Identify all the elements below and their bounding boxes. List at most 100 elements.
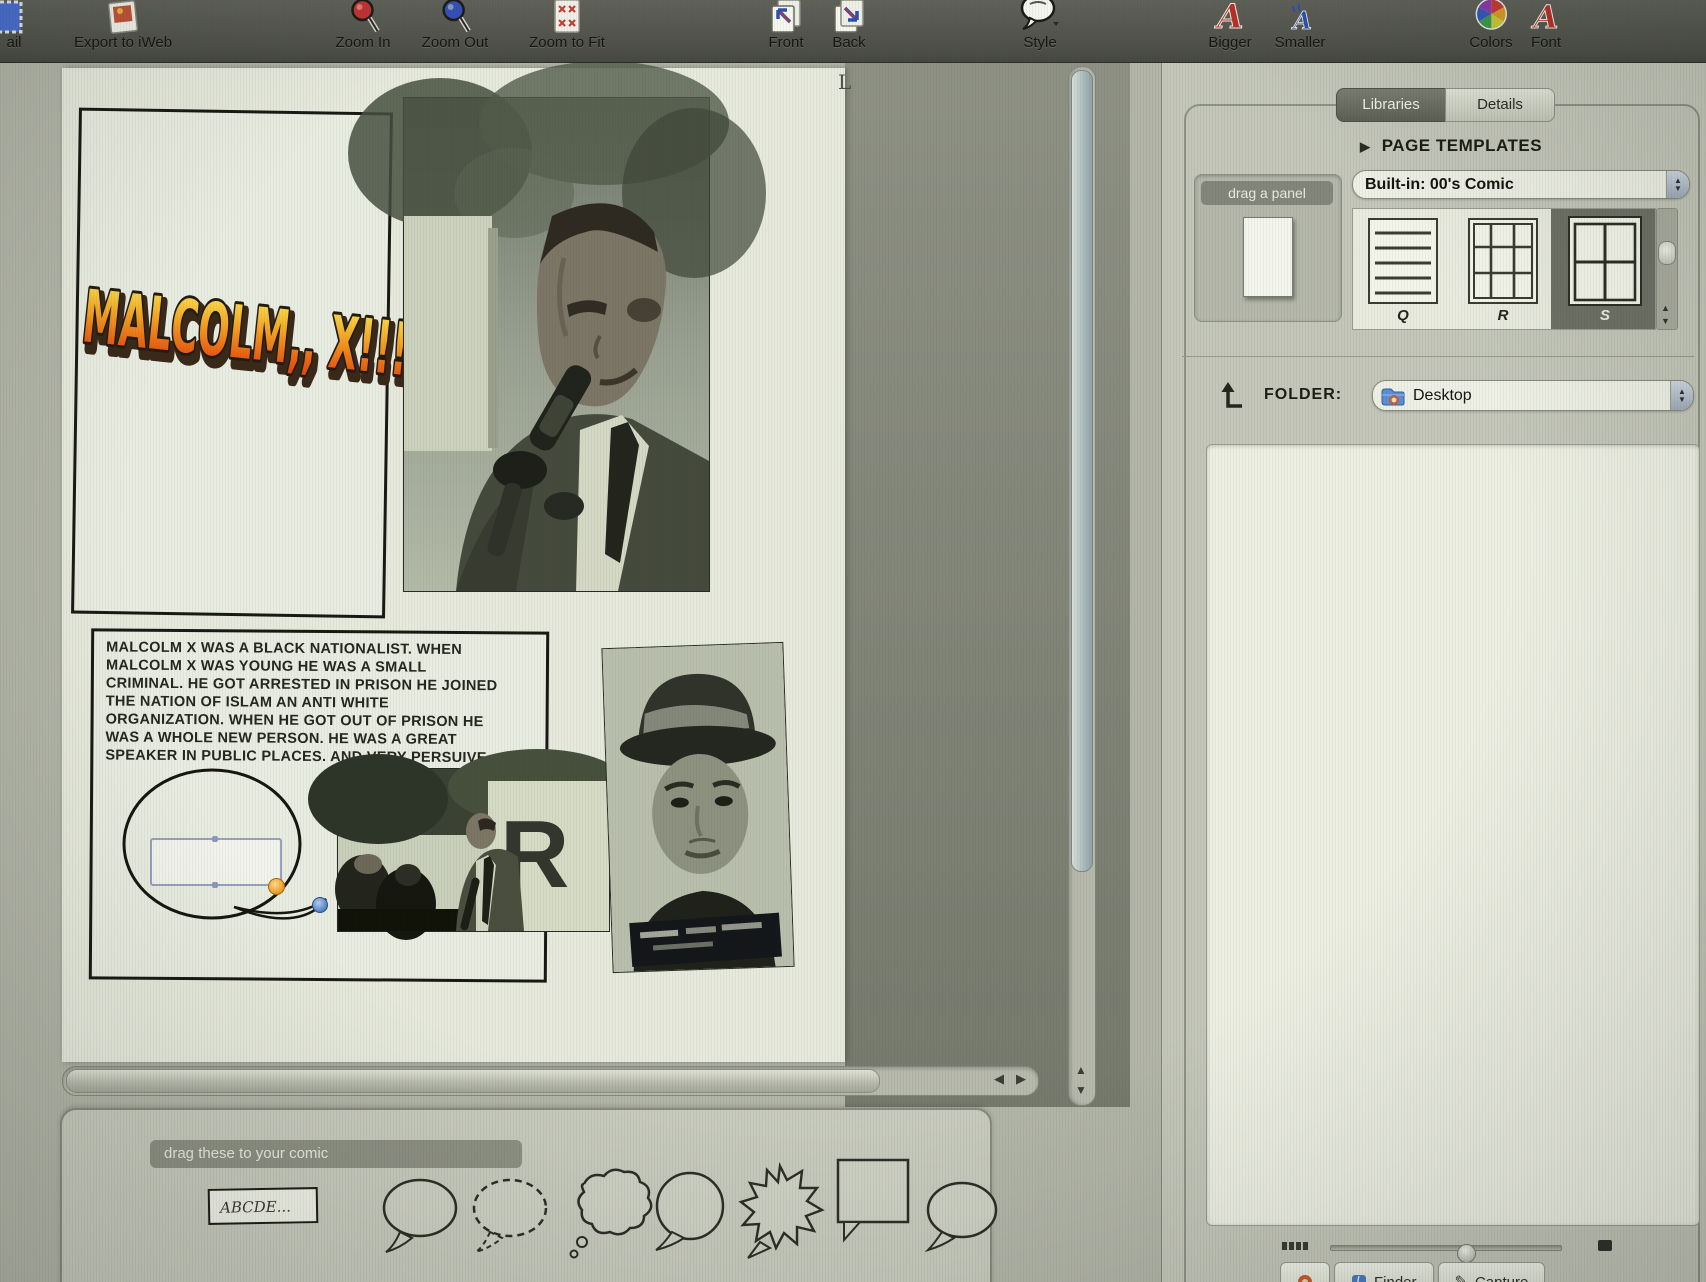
file-browser-area[interactable]: [1206, 444, 1700, 1226]
resize-handle-top[interactable]: [212, 836, 218, 842]
ellipse-balloon-shape-2[interactable]: [644, 1168, 736, 1260]
balloon-tail-handle[interactable]: [312, 897, 328, 913]
square-balloon-shape[interactable]: [828, 1152, 920, 1252]
folder-stepper-icon[interactable]: ▲ ▼: [1670, 381, 1693, 410]
blank-panel-thumbnail[interactable]: [1243, 217, 1293, 297]
template-label-q: Q: [1363, 307, 1443, 324]
folder-icon: [1381, 387, 1405, 405]
folder-dropdown[interactable]: Desktop ▲ ▼: [1372, 380, 1694, 411]
toolbar-label: Zoom In: [335, 34, 390, 52]
toolbar-button-smaller[interactable]: A Smaller: [1275, 0, 1326, 52]
toolbar-button-colors[interactable]: Colors: [1469, 0, 1512, 52]
page-templates-title: PAGE TEMPLATES: [1382, 136, 1542, 155]
toolbar-button-export-iweb[interactable]: Export to iWeb: [74, 0, 172, 52]
toolbar-label: Style: [1023, 34, 1056, 52]
comic-page[interactable]: MALCOLM,, X!!!!! MALCOLM,, X!!!!!: [62, 68, 845, 1062]
svg-text:A: A: [1214, 0, 1243, 37]
zoom-in-icon: [346, 0, 380, 34]
toolbar-label: Zoom to Fit: [529, 34, 605, 52]
scroll-right-icon[interactable]: ▶: [1016, 1071, 1026, 1087]
thumbnail-size-controls: [1282, 1236, 1612, 1258]
vertical-scrollbar-thumb[interactable]: [1071, 70, 1093, 872]
toolbar-button-bigger[interactable]: A Bigger: [1208, 0, 1251, 52]
caption-text[interactable]: MALCOLM X WAS A BLACK NATIONALIST. WHEN …: [105, 640, 531, 769]
tab-details[interactable]: Details: [1445, 88, 1555, 122]
balloon-palette: drag these to your comic ABCDE...: [60, 1108, 992, 1282]
template-label-r: R: [1463, 307, 1543, 324]
ellipse-balloon-shape[interactable]: [374, 1172, 466, 1264]
thumbnail-size-slider[interactable]: [1330, 1245, 1562, 1251]
template-mini-scrollbar-knob[interactable]: [1658, 241, 1676, 265]
stepper-down-icon[interactable]: ▼: [1674, 185, 1682, 193]
thumbnail-size-slider-thumb[interactable]: [1457, 1244, 1476, 1263]
toolbar-label: ail: [6, 34, 21, 52]
iphoto-source-button[interactable]: [1280, 1262, 1330, 1282]
toolbar-button-email[interactable]: ail: [1, 0, 27, 52]
bring-to-front-icon: [768, 0, 804, 34]
main-toolbar: ail Export to iWeb Zoom In Zoom Out Zoom…: [0, 0, 1706, 63]
small-thumbnails-icon: [1282, 1242, 1308, 1250]
stepper-icon[interactable]: ▲ ▼: [1666, 171, 1689, 198]
horizontal-scrollbar[interactable]: ◀ ▶: [62, 1066, 1039, 1096]
document-canvas: MALCOLM,, X!!!!! MALCOLM,, X!!!!!: [0, 62, 1161, 1282]
finder-source-button[interactable]: Finder: [1334, 1262, 1434, 1282]
template-strip: Q R S: [1352, 208, 1656, 330]
mini-scroll-down-icon[interactable]: ▼: [1661, 316, 1670, 326]
disclosure-triangle-icon[interactable]: ▶: [1360, 139, 1371, 154]
iphoto-icon: [1297, 1274, 1313, 1282]
text-smaller-icon: A: [1285, 0, 1315, 34]
template-set-value: Built-in: 00's Comic: [1365, 176, 1514, 194]
tab-libraries[interactable]: Libraries: [1336, 88, 1446, 122]
toolbar-button-zoom-in[interactable]: Zoom In: [335, 0, 390, 52]
toolbar-label: Bigger: [1208, 34, 1251, 52]
folder-label: FOLDER:: [1264, 386, 1342, 404]
drag-a-panel-well[interactable]: drag a panel: [1194, 174, 1342, 322]
toolbar-button-back[interactable]: Back: [831, 0, 867, 52]
toolbar-label: Back: [832, 34, 865, 52]
toolbar-button-style[interactable]: Style: [1020, 0, 1060, 52]
scroll-up-icon[interactable]: ▲: [1075, 1063, 1087, 1077]
finder-button-label: Finder: [1374, 1274, 1417, 1282]
toolbar-button-zoom-out[interactable]: Zoom Out: [422, 0, 489, 52]
toolbar-button-front[interactable]: Front: [768, 0, 804, 52]
template-thumbnail-q[interactable]: [1363, 217, 1443, 305]
zoom-out-icon: [438, 0, 472, 34]
template-thumbnail-r[interactable]: [1463, 217, 1543, 305]
dashed-ellipse-balloon-shape[interactable]: [464, 1172, 556, 1264]
resize-handle-bottom[interactable]: [212, 882, 218, 888]
balloon-text-field[interactable]: [150, 838, 282, 886]
ellipse-balloon-shape-3[interactable]: [918, 1176, 998, 1268]
text-bigger-icon: A: [1213, 0, 1247, 34]
template-set-dropdown[interactable]: Built-in: 00's Comic ▲ ▼: [1352, 170, 1690, 199]
toolbar-label: Colors: [1469, 34, 1512, 52]
toolbar-button-zoom-to-fit[interactable]: Zoom to Fit: [529, 0, 605, 52]
send-to-back-icon: [831, 0, 867, 34]
zoom-to-fit-icon: [552, 0, 582, 34]
scroll-down-icon[interactable]: ▼: [1075, 1083, 1087, 1097]
photo-sign-board: [404, 216, 492, 451]
capture-source-button[interactable]: ✎ Capture: [1438, 1262, 1546, 1282]
photo-malcolm-x-rally[interactable]: R: [337, 768, 610, 932]
folder-up-icon[interactable]: [1218, 380, 1248, 410]
style-balloon-icon: [1020, 0, 1060, 34]
photo-malcolm-x-mugshot[interactable]: [601, 642, 794, 973]
template-mini-scrollbar[interactable]: ▲ ▼: [1656, 208, 1678, 330]
mini-scroll-up-icon[interactable]: ▲: [1661, 303, 1670, 313]
drag-panel-label: drag a panel: [1201, 181, 1333, 205]
capture-button-label: Capture: [1475, 1274, 1528, 1282]
vertical-scrollbar[interactable]: ▲ ▼: [1068, 66, 1096, 1106]
photo-malcolm-x-speaking[interactable]: [403, 97, 710, 592]
right-sidebar: Libraries Details ▶ PAGE TEMPLATES Built…: [1161, 62, 1706, 1282]
horizontal-scrollbar-thumb[interactable]: [66, 1069, 880, 1093]
cloud-balloon-shape[interactable]: [554, 1166, 646, 1262]
lettering-sample-box[interactable]: ABCDE...: [208, 1187, 319, 1225]
toolbar-button-font[interactable]: A Font: [1529, 0, 1563, 52]
scroll-left-icon[interactable]: ◀: [994, 1071, 1004, 1087]
page-corner-mark: L: [838, 70, 851, 94]
starburst-balloon-shape[interactable]: [730, 1160, 830, 1260]
template-thumbnail-s[interactable]: [1565, 217, 1645, 305]
finder-icon: [1351, 1274, 1367, 1282]
sidebar-divider: [1182, 356, 1694, 357]
folder-stepper-down-icon[interactable]: ▼: [1678, 396, 1686, 404]
balloon-style-handle[interactable]: [268, 878, 285, 895]
